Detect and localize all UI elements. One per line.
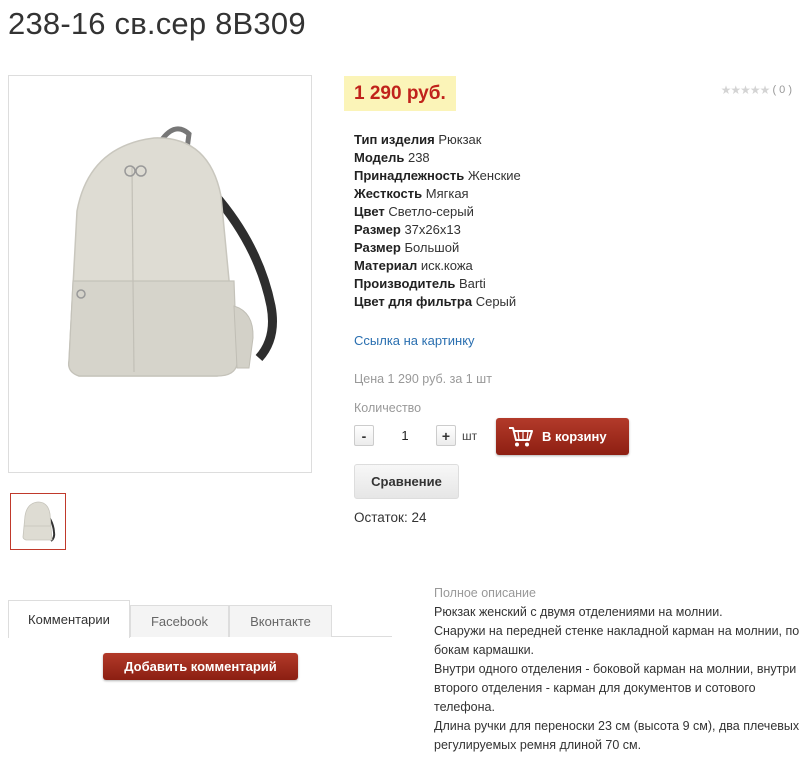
- tab-facebook[interactable]: Facebook: [130, 605, 229, 637]
- quantity-minus-button[interactable]: -: [354, 425, 374, 446]
- property-key: Модель: [354, 150, 405, 165]
- unit-price-line: Цена 1 290 руб. за 1 шт: [354, 372, 492, 386]
- property-key: Цвет: [354, 204, 385, 219]
- quantity-unit: шт: [462, 428, 478, 443]
- description-paragraph: Длина ручки для переноски 23 см (высота …: [434, 719, 800, 752]
- description-paragraph: Внутри одного отделения - боковой карман…: [434, 662, 797, 714]
- property-key: Размер: [354, 240, 401, 255]
- description-title: Полное описание: [434, 586, 536, 600]
- property-value: 238: [407, 150, 430, 165]
- property-value: 37х26х13: [404, 222, 461, 237]
- tab-vkontakte[interactable]: Вконтакте: [229, 605, 332, 637]
- quantity-label: Количество: [354, 401, 422, 415]
- property-value: Серый: [475, 294, 517, 309]
- property-key: Размер: [354, 222, 401, 237]
- backpack-image: [67, 126, 277, 377]
- product-photo[interactable]: [8, 75, 312, 473]
- property-value: Рюкзак: [438, 132, 482, 147]
- property-key: Производитель: [354, 276, 456, 291]
- page-title: 238-16 св.сер 8В309: [8, 6, 306, 41]
- stock-count: Остаток: 24: [354, 510, 427, 525]
- price-box: 1 290 руб.: [344, 76, 456, 111]
- comment-tabs: Комментарии Facebook Вконтакте: [8, 600, 392, 638]
- rating-count: ( 0 ): [772, 84, 792, 96]
- property-key: Тип изделия: [354, 132, 435, 147]
- quantity-stepper: - 1 + шт: [354, 425, 477, 446]
- property-row: Принадлежность Женские: [354, 167, 521, 185]
- property-row: Производитель Barti: [354, 275, 521, 293]
- description-paragraph: Рюкзак женский с двумя отделениями на мо…: [434, 605, 723, 619]
- property-value: Большой: [404, 240, 460, 255]
- property-row: Тип изделия Рюкзак: [354, 131, 521, 149]
- add-to-cart-label: В корзину: [542, 429, 607, 444]
- property-row: Жесткость Мягкая: [354, 185, 521, 203]
- rating[interactable]: ★★★★★ ( 0 ): [721, 83, 792, 97]
- shopping-cart-icon: [509, 426, 533, 446]
- quantity-input[interactable]: 1: [374, 428, 436, 443]
- compare-button[interactable]: Сравнение: [354, 464, 459, 499]
- property-value: Мягкая: [425, 186, 469, 201]
- property-value: Barti: [458, 276, 486, 291]
- product-properties: Тип изделия Рюкзак Модель 238 Принадлежн…: [354, 131, 521, 311]
- product-price: 1 290 руб.: [354, 82, 446, 104]
- property-row: Материал иск.кожа: [354, 257, 521, 275]
- property-value: иск.кожа: [420, 258, 473, 273]
- property-value: Женские: [467, 168, 521, 183]
- property-key: Принадлежность: [354, 168, 465, 183]
- description-text: Рюкзак женский с двумя отделениями на мо…: [434, 603, 800, 755]
- add-comment-button[interactable]: Добавить комментарий: [103, 653, 298, 680]
- quantity-plus-button[interactable]: +: [436, 425, 456, 446]
- property-row: Цвет для фильтра Серый: [354, 293, 521, 311]
- property-row: Размер Большой: [354, 239, 521, 257]
- property-row: Модель 238: [354, 149, 521, 167]
- property-key: Цвет для фильтра: [354, 294, 473, 309]
- product-thumbnail[interactable]: [10, 493, 66, 550]
- add-to-cart-button[interactable]: В корзину: [496, 418, 629, 455]
- property-row: Размер 37х26х13: [354, 221, 521, 239]
- property-key: Жесткость: [354, 186, 423, 201]
- backpack-thumb-image: [22, 501, 56, 542]
- star-rating-icon[interactable]: ★★★★★: [721, 83, 771, 97]
- tab-comments[interactable]: Комментарии: [8, 600, 130, 638]
- description-paragraph: Снаружи на передней стенке накладной кар…: [434, 624, 800, 657]
- image-link[interactable]: Ссылка на картинку: [354, 333, 475, 348]
- property-row: Цвет Светло-серый: [354, 203, 521, 221]
- property-key: Материал: [354, 258, 418, 273]
- property-value: Светло-серый: [388, 204, 474, 219]
